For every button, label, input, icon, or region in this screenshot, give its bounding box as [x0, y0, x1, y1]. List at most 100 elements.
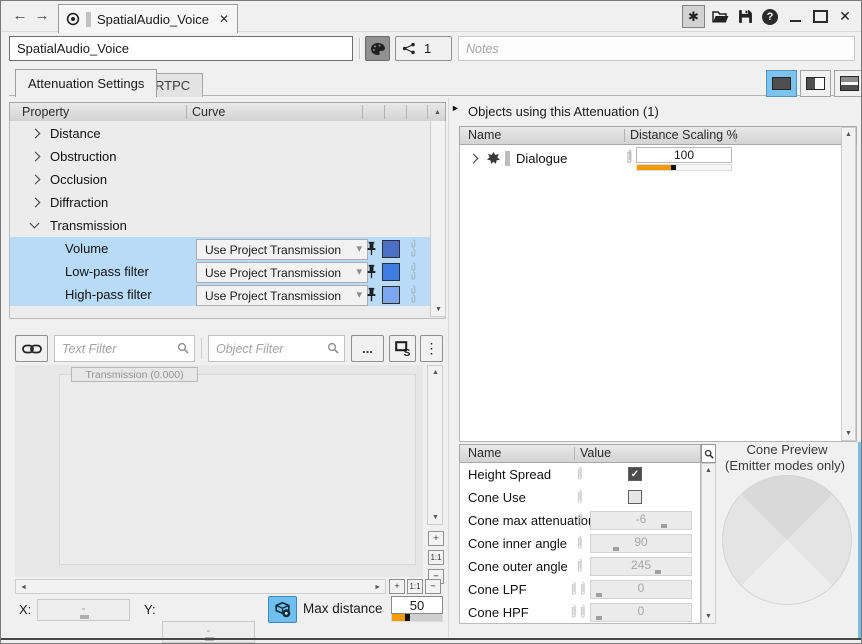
- expander-icon[interactable]: [469, 154, 479, 164]
- cone-inner-angle-field[interactable]: 90: [590, 534, 692, 553]
- scroll-left-arrow[interactable]: ◄: [20, 584, 27, 591]
- link-indicator-icon[interactable]: [625, 148, 633, 171]
- scroll-right-arrow[interactable]: ►: [374, 584, 381, 591]
- slider-handle[interactable]: [405, 614, 410, 621]
- column-distance-scaling[interactable]: Distance Scaling %: [630, 128, 738, 142]
- zoom-in-vertical-button[interactable]: +: [428, 531, 444, 546]
- collapse-panel-arrow[interactable]: ►: [451, 103, 460, 113]
- cone-row-height-spread[interactable]: Height Spread ✓: [460, 463, 700, 486]
- curve-mode-dropdown[interactable]: Use Project Transmission ▾: [196, 262, 368, 283]
- cone-row-max-attenuation[interactable]: Cone max attenuation -6: [460, 509, 700, 532]
- save-button[interactable]: [735, 6, 755, 27]
- expander-icon[interactable]: [31, 175, 41, 185]
- view-settings-button[interactable]: S: [389, 335, 416, 362]
- max-distance-control[interactable]: 50: [391, 596, 443, 622]
- maximize-button[interactable]: [810, 6, 830, 27]
- property-row-transmission[interactable]: Transmission: [10, 214, 431, 237]
- panel-splitter[interactable]: [448, 97, 449, 638]
- x-slider-handle[interactable]: [80, 615, 89, 619]
- scroll-down-arrow[interactable]: ▼: [435, 306, 442, 313]
- cone-lpf-field[interactable]: 0: [590, 580, 692, 599]
- sharesets-button[interactable]: 1: [395, 36, 452, 61]
- name-input[interactable]: [9, 36, 353, 61]
- pin-icon[interactable]: [366, 264, 377, 282]
- height-spread-checkbox[interactable]: ✓: [628, 467, 642, 481]
- cone-row-inner-angle[interactable]: Cone inner angle 90: [460, 532, 700, 555]
- layout-split-horizontal-button[interactable]: [834, 70, 862, 97]
- max-distance-value[interactable]: 50: [391, 596, 443, 614]
- property-row-occlusion[interactable]: Occlusion: [10, 168, 431, 191]
- graph-vertical-scrollbar[interactable]: ▲ ▼: [427, 365, 443, 525]
- expander-icon[interactable]: [31, 129, 41, 139]
- cone-row-lpf[interactable]: Cone LPF 0: [460, 578, 700, 601]
- link-indicator-icon[interactable]: [570, 580, 577, 602]
- cone-outer-angle-field[interactable]: 245: [590, 557, 692, 576]
- scroll-down-arrow[interactable]: ▼: [845, 430, 852, 437]
- link-indicator-icon[interactable]: [576, 488, 583, 510]
- curve-plot[interactable]: [59, 374, 416, 565]
- cone-max-attenuation-field[interactable]: -6: [590, 511, 692, 530]
- forward-button[interactable]: →: [33, 6, 51, 25]
- curve-color-swatch[interactable]: [382, 240, 400, 258]
- game-object-view-button[interactable]: [268, 596, 297, 623]
- expander-icon[interactable]: [31, 152, 41, 162]
- objects-table-scrollbar[interactable]: ▲ ▼: [841, 127, 856, 441]
- tab-attenuation-settings[interactable]: Attenuation Settings: [15, 69, 157, 97]
- zoom-in-horizontal-button[interactable]: +: [389, 579, 405, 594]
- slider-handle[interactable]: [671, 165, 676, 170]
- open-project-button[interactable]: [710, 6, 730, 27]
- link-indicator-icon[interactable]: [576, 534, 583, 556]
- column-curve[interactable]: Curve: [192, 105, 225, 119]
- cone-row-outer-angle[interactable]: Cone outer angle 245: [460, 555, 700, 578]
- cone-use-checkbox[interactable]: [628, 490, 642, 504]
- link-indicator-icon[interactable]: [576, 465, 583, 487]
- property-row-obstruction[interactable]: Obstruction: [10, 145, 431, 168]
- slider-handle[interactable]: [655, 570, 661, 574]
- link-indicator-icon[interactable]: [409, 284, 417, 308]
- text-filter-input[interactable]: [54, 335, 195, 362]
- more-options-button[interactable]: ...: [351, 335, 384, 362]
- collapse-icon[interactable]: [30, 219, 40, 229]
- document-tab[interactable]: SpatialAudio_Voice ✕: [58, 4, 238, 33]
- scroll-down-arrow[interactable]: ▼: [705, 613, 712, 620]
- property-row-diffraction[interactable]: Diffraction: [10, 191, 431, 214]
- property-row-distance[interactable]: Distance: [10, 122, 431, 145]
- slider-handle[interactable]: [596, 593, 602, 597]
- zoom-reset-vertical-button[interactable]: 1:1: [428, 550, 444, 565]
- x-coordinate-field[interactable]: -: [37, 599, 130, 621]
- zoom-out-horizontal-button[interactable]: −: [425, 579, 441, 594]
- scroll-down-arrow[interactable]: ▼: [432, 514, 439, 521]
- property-table-scrollbar[interactable]: ▼: [430, 121, 446, 317]
- layout-single-button[interactable]: [766, 70, 797, 97]
- pin-icon[interactable]: [366, 241, 377, 259]
- object-row-dialogue[interactable]: Dialogue 100: [460, 145, 840, 172]
- column-name[interactable]: Name: [468, 446, 501, 460]
- scroll-up-arrow[interactable]: ▲: [432, 369, 439, 376]
- link-views-button[interactable]: [15, 335, 48, 362]
- pin-layout-button[interactable]: ✱: [682, 5, 705, 28]
- scroll-up-arrow[interactable]: ▲: [434, 109, 441, 116]
- curve-color-swatch[interactable]: [382, 263, 400, 281]
- distance-scaling-value[interactable]: 100: [636, 147, 732, 163]
- link-indicator-icon[interactable]: [570, 603, 577, 625]
- slider-handle[interactable]: [661, 524, 667, 528]
- tab-close-icon[interactable]: ✕: [219, 12, 229, 26]
- cone-hpf-field[interactable]: 0: [590, 603, 692, 622]
- distance-scaling-slider[interactable]: [636, 164, 732, 171]
- pin-icon[interactable]: [366, 287, 377, 305]
- curve-mode-dropdown[interactable]: Use Project Transmission ▾: [196, 285, 368, 306]
- link-indicator-icon[interactable]: [576, 511, 583, 533]
- column-property[interactable]: Property: [22, 105, 69, 119]
- zoom-reset-horizontal-button[interactable]: 1:1: [407, 579, 423, 594]
- minimize-button[interactable]: [785, 6, 805, 27]
- link-indicator-icon[interactable]: [576, 557, 583, 579]
- curve-color-swatch[interactable]: [382, 286, 400, 304]
- cone-row-cone-use[interactable]: Cone Use: [460, 486, 700, 509]
- expander-icon[interactable]: [31, 198, 41, 208]
- graph-horizontal-scrollbar[interactable]: ◄ ►: [15, 579, 386, 594]
- link-indicator-icon[interactable]: [409, 261, 417, 285]
- column-name[interactable]: Name: [468, 128, 501, 142]
- curve-row-volume[interactable]: Volume Use Project Transmission ▾: [10, 237, 431, 260]
- curve-row-low-pass-filter[interactable]: Low-pass filter Use Project Transmission…: [10, 260, 431, 283]
- link-indicator-icon[interactable]: [409, 238, 417, 262]
